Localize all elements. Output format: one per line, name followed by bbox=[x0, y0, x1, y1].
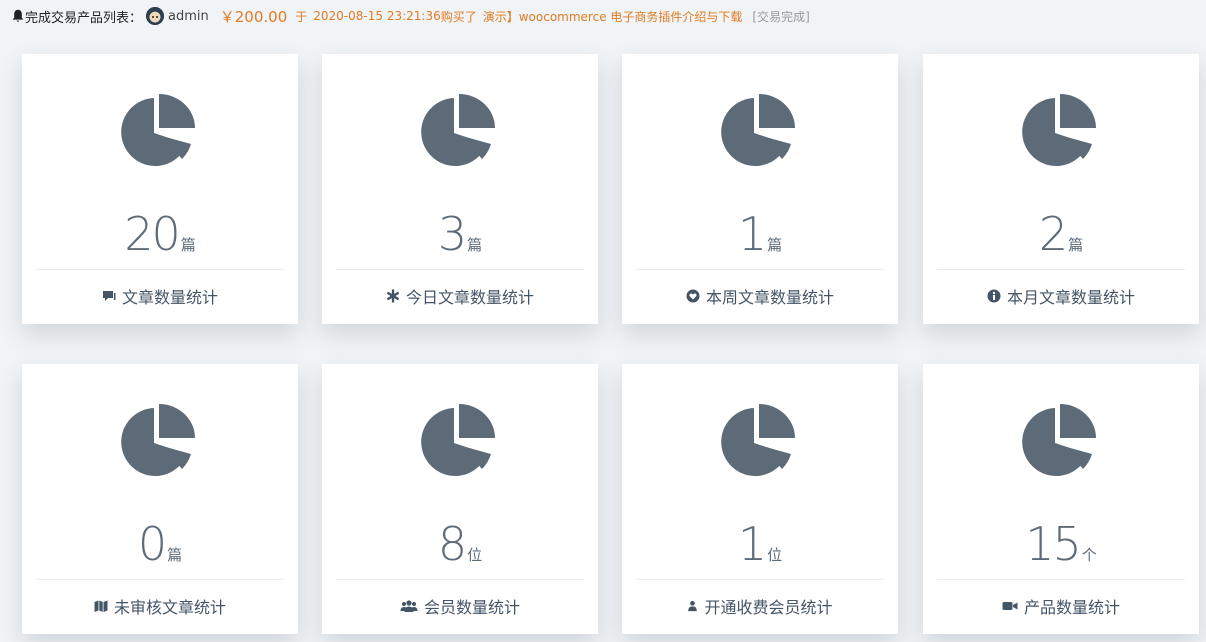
stat-label-row: 本周文章数量统计 bbox=[622, 284, 898, 308]
ticker-user[interactable]: admin bbox=[168, 9, 209, 24]
asterisk-icon bbox=[386, 289, 399, 303]
stat-value: 2 bbox=[1038, 207, 1068, 261]
divider bbox=[937, 579, 1185, 580]
stat-card-today-articles: 3篇 今日文章数量统计 bbox=[322, 54, 598, 324]
stat-value-row: 8位 bbox=[322, 514, 598, 574]
stat-label-row: 本月文章数量统计 bbox=[923, 284, 1199, 308]
stat-unit: 篇 bbox=[767, 236, 783, 254]
transaction-ticker: 完成交易产品列表： admin ￥200.00 于 2020-08-15 23:… bbox=[12, 6, 810, 26]
pie-chart-icon bbox=[121, 94, 195, 166]
stat-unit: 位 bbox=[767, 546, 783, 564]
stat-label-row: 未审核文章统计 bbox=[22, 594, 298, 618]
stat-card-products: 15 个 产品数量统计 bbox=[923, 364, 1199, 634]
avatar bbox=[146, 7, 165, 25]
ticker-product-link[interactable]: 演示】woocommerce 电子商务插件介绍与下载 bbox=[483, 8, 743, 25]
user-icon bbox=[688, 600, 698, 612]
ticker-on: 于 bbox=[295, 9, 308, 24]
stat-unit: 篇 bbox=[167, 546, 183, 564]
ticker-price: ￥200.00 bbox=[219, 7, 288, 26]
stat-label: 产品数量统计 bbox=[1023, 598, 1120, 617]
pie-chart-icon bbox=[1022, 94, 1096, 166]
stat-value: 15 bbox=[1025, 517, 1082, 571]
stat-value: 3 bbox=[437, 207, 467, 261]
divider bbox=[336, 579, 584, 580]
map-icon bbox=[94, 600, 108, 612]
stat-unit: 篇 bbox=[467, 236, 483, 254]
ticker-date: 2020-08-15 23:21:36 bbox=[313, 9, 441, 23]
info-icon bbox=[987, 289, 1001, 303]
stat-label: 文章数量统计 bbox=[121, 288, 218, 307]
stat-card-members: 8位 会员数量统计 bbox=[322, 364, 598, 634]
pie-chart-icon bbox=[421, 404, 495, 476]
users-icon bbox=[400, 600, 418, 612]
stat-value-row: 15 个 bbox=[923, 514, 1199, 574]
divider bbox=[36, 579, 284, 580]
stat-value-row: 20 篇 bbox=[22, 204, 298, 264]
stat-label: 本周文章数量统计 bbox=[705, 288, 834, 307]
divider bbox=[36, 269, 284, 270]
stat-value-row: 3篇 bbox=[322, 204, 598, 264]
stat-label: 开通收费会员统计 bbox=[704, 598, 833, 617]
stat-value-row: 2篇 bbox=[923, 204, 1199, 264]
stat-value-row: 1位 bbox=[622, 514, 898, 574]
stat-value: 1 bbox=[737, 207, 767, 261]
video-icon bbox=[1002, 602, 1018, 610]
stat-unit: 位 bbox=[467, 546, 483, 564]
stat-card-paid-members: 1位 开通收费会员统计 bbox=[622, 364, 898, 634]
pie-chart-icon bbox=[121, 404, 195, 476]
stat-label: 本月文章数量统计 bbox=[1006, 288, 1135, 307]
stat-card-articles: 20 篇 文章数量统计 bbox=[22, 54, 298, 324]
stat-unit: 篇 bbox=[1068, 236, 1084, 254]
stat-value: 0 bbox=[137, 517, 167, 571]
stat-label: 会员数量统计 bbox=[423, 598, 520, 617]
ticker-title: 完成交易产品列表： bbox=[25, 10, 143, 26]
stat-label: 未审核文章统计 bbox=[113, 598, 226, 617]
pie-chart-icon bbox=[721, 404, 795, 476]
stat-value: 8 bbox=[437, 517, 467, 571]
stat-value: 1 bbox=[737, 517, 767, 571]
stat-card-month-articles: 2篇 本月文章数量统计 bbox=[923, 54, 1199, 324]
stat-label-row: 今日文章数量统计 bbox=[322, 284, 598, 308]
ticker-status: [交易完成] bbox=[752, 9, 810, 24]
stat-unit: 个 bbox=[1081, 546, 1097, 564]
stat-value: 20 bbox=[124, 207, 181, 261]
stat-label-row: 产品数量统计 bbox=[923, 594, 1199, 618]
stat-label-row: 会员数量统计 bbox=[322, 594, 598, 618]
stat-label-row: 开通收费会员统计 bbox=[622, 594, 898, 618]
comment-icon bbox=[102, 291, 116, 301]
stat-value-row: 1篇 bbox=[622, 204, 898, 264]
divider bbox=[937, 269, 1185, 270]
divider bbox=[636, 579, 884, 580]
stat-value-row: 0篇 bbox=[22, 514, 298, 574]
ticker-bought: 购买了 bbox=[440, 9, 477, 24]
pie-chart-icon bbox=[421, 94, 495, 166]
pie-chart-icon bbox=[721, 94, 795, 166]
bell-icon bbox=[12, 9, 24, 22]
stat-unit: 篇 bbox=[180, 236, 196, 254]
pie-chart-icon bbox=[1022, 404, 1096, 476]
divider bbox=[336, 269, 584, 270]
stat-card-pending-articles: 0篇 未审核文章统计 bbox=[22, 364, 298, 634]
stat-card-week-articles: 1篇 本周文章数量统计 bbox=[622, 54, 898, 324]
divider bbox=[636, 269, 884, 270]
stat-label: 今日文章数量统计 bbox=[405, 288, 534, 307]
stat-label-row: 文章数量统计 bbox=[22, 284, 298, 308]
heart-icon bbox=[686, 289, 700, 303]
